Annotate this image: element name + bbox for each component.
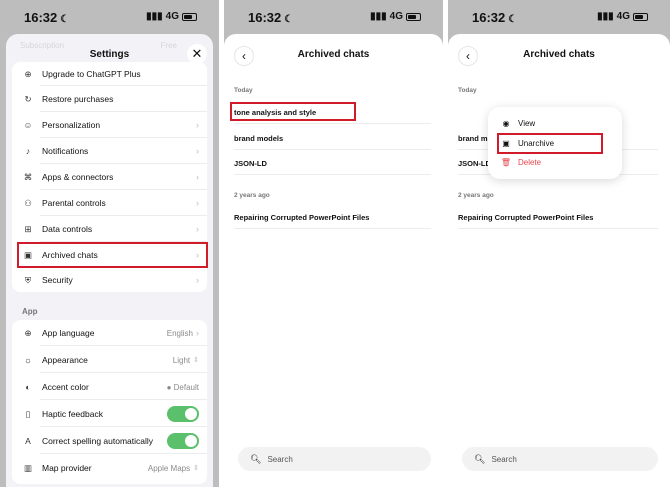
status-signal: ▮▮▮ 4G	[370, 11, 421, 22]
highlight-chat-item	[230, 102, 356, 121]
group-label-today: Today	[234, 87, 253, 94]
search-input[interactable]: 🔍︎ Search	[238, 447, 431, 471]
chat-item[interactable]: Repairing Corrupted PowerPoint Files	[234, 205, 431, 229]
battery-icon	[633, 12, 648, 21]
settings-item-personalization[interactable]: ☺ Personalization ›	[12, 112, 207, 138]
eye-icon: ◉	[502, 118, 510, 128]
settings-screen: 16:32 ☾ ▮▮▮ 4G Subscription Free Settings…	[0, 0, 219, 487]
status-time: 16:32 ☾	[24, 10, 70, 25]
settings-item-upgrade[interactable]: ⊕ Upgrade to ChatGPT Plus	[12, 62, 207, 86]
status-bar: 16:32 ☾ ▮▮▮ 4G	[224, 0, 443, 34]
bell-icon: ♪	[25, 146, 31, 156]
search-icon: 🔍︎	[250, 453, 262, 464]
settings-item-map-provider[interactable]: ▥ Map provider Apple Maps ⇕	[12, 455, 207, 481]
status-time: 16:32 ☾	[472, 10, 518, 25]
status-signal: ▮▮▮ 4G	[146, 11, 197, 22]
settings-title: Settings	[89, 49, 130, 60]
restore-icon: ↻	[24, 93, 32, 104]
close-icon: ✕	[191, 46, 203, 61]
person-icon: ☺	[23, 120, 33, 130]
chevron-right-icon: ›	[196, 275, 199, 285]
settings-item-accent-color[interactable]: ◐ Accent color ● Default	[12, 374, 207, 400]
updown-chevron-icon: ⇕	[193, 357, 199, 364]
data-icon: ⊞	[24, 223, 32, 234]
chevron-right-icon: ›	[196, 198, 199, 208]
battery-icon	[182, 12, 197, 21]
chevron-right-icon: ›	[196, 328, 199, 338]
close-button[interactable]: ✕	[187, 44, 207, 64]
trash-icon: 🗑︎	[500, 157, 512, 167]
app-section-label: App	[22, 307, 38, 316]
group-label-today: Today	[458, 87, 477, 94]
settings-item-haptic-feedback: ▯ Haptic feedback	[12, 401, 207, 427]
map-icon: ▥	[23, 462, 33, 473]
spelling-toggle[interactable]	[167, 433, 199, 449]
settings-item-security[interactable]: ⛨ Security ›	[12, 268, 207, 292]
sun-icon: ☼	[24, 355, 32, 365]
chevron-right-icon: ›	[196, 224, 199, 234]
search-input[interactable]: 🔍︎ Search	[462, 447, 658, 471]
search-icon: 🔍︎	[474, 453, 486, 464]
archived-title: Archived chats	[297, 49, 370, 60]
chevron-right-icon: ›	[196, 172, 199, 182]
plus-circle-icon: ⊕	[24, 68, 32, 79]
globe-icon: ⊕	[24, 327, 32, 338]
archived-title: Archived chats	[523, 49, 595, 60]
chevron-right-icon: ›	[196, 120, 199, 130]
shield-icon: ⛨	[24, 274, 32, 285]
archived-chats-menu-screen: 16:32 ☾ ▮▮▮ 4G ‹ Archived chats Today bra…	[448, 0, 670, 487]
settings-item-restore-purchases[interactable]: ↻ Restore purchases	[12, 86, 207, 112]
settings-item-appearance[interactable]: ☼ Appearance Light ⇕	[12, 347, 207, 373]
chevron-right-icon: ›	[196, 146, 199, 156]
highlight-unarchive	[497, 133, 603, 154]
status-bar: 16:32 ☾ ▮▮▮ 4G	[448, 0, 670, 34]
status-signal: ▮▮▮ 4G	[597, 11, 648, 22]
status-time: 16:32 ☾	[248, 10, 294, 25]
settings-item-app-language[interactable]: ⊕ App language English ›	[12, 320, 207, 346]
apps-icon: ⌘	[23, 171, 33, 182]
palette-icon: ◐	[25, 382, 31, 392]
group-label-2-years-ago: 2 years ago	[458, 192, 494, 199]
menu-item-view[interactable]: ◉ View	[500, 114, 612, 132]
highlight-archived-chats	[17, 242, 208, 268]
chat-item[interactable]: Repairing Corrupted PowerPoint Files	[458, 205, 658, 229]
menu-item-delete[interactable]: 🗑︎ Delete	[500, 153, 612, 171]
status-bar: 16:32 ☾ ▮▮▮ 4G	[0, 0, 219, 34]
family-icon: ⚇	[24, 197, 32, 208]
archived-chats-screen: 16:32 ☾ ▮▮▮ 4G ‹ Archived chats Today ton…	[224, 0, 443, 487]
archived-sheet: ‹ Archived chats Today brand models JSON…	[448, 34, 670, 487]
settings-item-apps-connectors[interactable]: ⌘ Apps & connectors ›	[12, 164, 207, 190]
chat-item[interactable]: brand models	[234, 126, 431, 150]
map-provider-value: Apple Maps	[147, 463, 191, 473]
battery-icon	[406, 12, 421, 21]
accent-color-value: ● Default	[166, 382, 199, 392]
app-settings-card: ⊕ App language English › ☼ Appearance Li…	[12, 320, 207, 484]
group-label-2-years-ago: 2 years ago	[234, 192, 270, 199]
settings-item-data-controls[interactable]: ⊞ Data controls ›	[12, 216, 207, 242]
appearance-value: Light	[172, 355, 191, 365]
spellcheck-icon: A	[25, 436, 31, 446]
app-language-value: English	[166, 328, 193, 338]
settings-item-spelling: A Correct spelling automatically	[12, 428, 207, 454]
haptic-icon: ▯	[25, 408, 31, 419]
haptic-feedback-toggle[interactable]	[167, 406, 199, 422]
updown-chevron-icon: ⇕	[193, 465, 199, 472]
settings-header: Subscription Free Settings ✕	[6, 34, 213, 64]
settings-item-parental-controls[interactable]: ⚇ Parental controls ›	[12, 190, 207, 216]
chat-item[interactable]: JSON-LD	[234, 151, 431, 175]
settings-item-notifications[interactable]: ♪ Notifications ›	[12, 138, 207, 164]
